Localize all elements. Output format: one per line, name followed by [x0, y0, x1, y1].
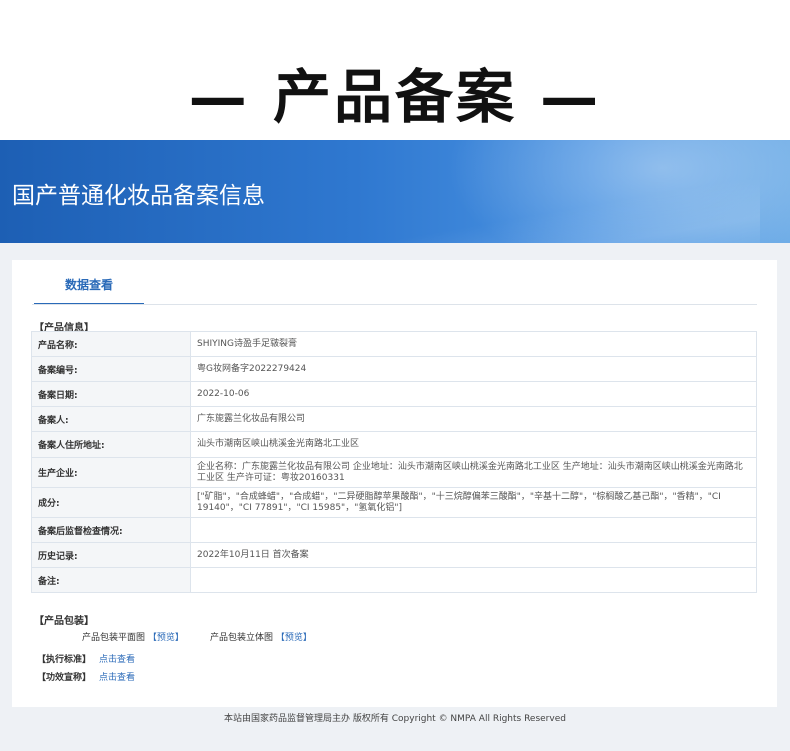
tab-data-view[interactable]: 数据查看	[34, 270, 144, 305]
packaging-flat: 产品包装平面图 【预览】	[82, 630, 184, 643]
row-value: SHIYING诗盈手足皲裂膏	[190, 331, 757, 357]
row-value: 粤G妆网备字2022279424	[190, 356, 757, 382]
table-row: 成分: ["矿脂"，"合成蜂蜡"，"合成蜡"，"二异硬脂醇苹果酸酯"，"十三烷醇…	[31, 487, 757, 518]
standard-view-link[interactable]: 点击查看	[99, 655, 135, 665]
row-key: 备案后监督检查情况:	[31, 517, 191, 543]
table-row: 备注:	[31, 567, 757, 593]
standard-label: 【执行标准】	[37, 655, 92, 665]
row-key: 成分:	[31, 487, 191, 518]
packaging-flat-label: 产品包装平面图	[82, 633, 146, 643]
packaging-label: 【产品包装】	[34, 616, 94, 627]
efficacy-view-link[interactable]: 点击查看	[99, 673, 135, 683]
packaging-solid: 产品包装立体图 【预览】	[210, 630, 312, 643]
row-value: 2022-10-06	[190, 381, 757, 407]
row-value	[190, 567, 757, 593]
row-value	[190, 517, 757, 543]
row-key: 产品名称:	[31, 331, 191, 357]
efficacy-label: 【功效宣称】	[37, 673, 92, 683]
row-value: 汕头市潮南区峡山桃溪金光南路北工业区	[190, 431, 757, 458]
row-value: ["矿脂"，"合成蜂蜡"，"合成蜡"，"二异硬脂醇苹果酸酯"，"十三烷醇偏苯三酸…	[190, 487, 757, 518]
packaging-solid-label: 产品包装立体图	[210, 633, 274, 643]
record-panel: 数据查看 【产品信息】 产品名称: SHIYING诗盈手足皲裂膏 备案编号: 粤…	[12, 260, 777, 707]
table-row: 备案人住所地址: 汕头市潮南区峡山桃溪金光南路北工业区	[31, 431, 757, 458]
table-row: 历史记录: 2022年10月11日 首次备案	[31, 542, 757, 568]
product-info-table: 产品名称: SHIYING诗盈手足皲裂膏 备案编号: 粤G妆网备字2022279…	[31, 331, 757, 593]
table-row: 产品名称: SHIYING诗盈手足皲裂膏	[31, 331, 757, 357]
row-value: 广东旎露兰化妆品有限公司	[190, 406, 757, 432]
table-row: 备案人: 广东旎露兰化妆品有限公司	[31, 406, 757, 432]
table-row: 生产企业: 企业名称：广东旎露兰化妆品有限公司 企业地址：汕头市潮南区峡山桃溪金…	[31, 457, 757, 488]
hero-title: — 产品备案 —	[188, 63, 602, 131]
row-key: 备案编号:	[31, 356, 191, 382]
row-key: 备案日期:	[31, 381, 191, 407]
row-value: 2022年10月11日 首次备案	[190, 542, 757, 568]
table-row: 备案后监督检查情况:	[31, 517, 757, 543]
row-key: 历史记录:	[31, 542, 191, 568]
banner-title: 国产普通化妆品备案信息	[12, 183, 265, 209]
standard-row: 【执行标准】 点击查看	[37, 652, 135, 665]
row-key: 备案人住所地址:	[31, 431, 191, 458]
row-key: 生产企业:	[31, 457, 191, 488]
efficacy-row: 【功效宣称】 点击查看	[37, 670, 135, 683]
table-row: 备案编号: 粤G妆网备字2022279424	[31, 356, 757, 382]
packaging-flat-preview-link[interactable]: 【预览】	[148, 633, 184, 643]
banner-highlight-streak	[260, 180, 760, 243]
tab-divider	[32, 304, 757, 305]
row-value: 企业名称：广东旎露兰化妆品有限公司 企业地址：汕头市潮南区峡山桃溪金光南路北工业…	[190, 457, 757, 488]
footer-copyright: 本站由国家药品监督管理局主办 版权所有 Copyright © NMPA All…	[224, 714, 566, 724]
row-key: 备注:	[31, 567, 191, 593]
table-row: 备案日期: 2022-10-06	[31, 381, 757, 407]
row-key: 备案人:	[31, 406, 191, 432]
banner: 国产普通化妆品备案信息	[0, 140, 790, 243]
packaging-solid-preview-link[interactable]: 【预览】	[276, 633, 312, 643]
